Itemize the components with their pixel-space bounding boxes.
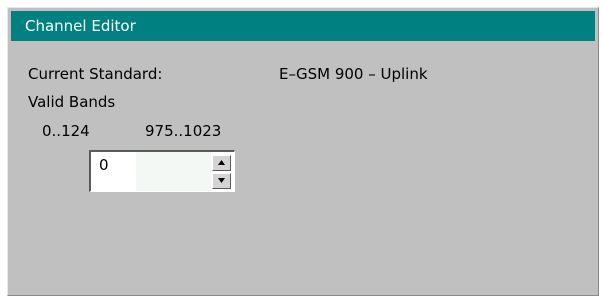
channel-value: 0	[99, 156, 109, 174]
dialog-title: Channel Editor	[11, 11, 595, 41]
valid-bands-label: Valid Bands	[28, 93, 116, 111]
channel-decrement-button[interactable]	[212, 173, 231, 189]
channel-input-highlight	[136, 152, 211, 191]
current-standard-label: Current Standard:	[28, 65, 163, 83]
arrow-down-icon	[218, 178, 225, 183]
band-range-1: 0..124	[42, 122, 90, 140]
arrow-up-icon	[218, 160, 225, 165]
channel-editor-dialog: Channel Editor Current Standard: E–GSM 9…	[7, 7, 599, 296]
band-range-2: 975..1023	[145, 122, 222, 140]
current-standard-value: E–GSM 900 – Uplink	[279, 65, 428, 83]
channel-increment-button[interactable]	[212, 155, 231, 171]
channel-spinbox[interactable]: 0	[89, 150, 235, 192]
channel-input[interactable]: 0	[91, 152, 211, 191]
